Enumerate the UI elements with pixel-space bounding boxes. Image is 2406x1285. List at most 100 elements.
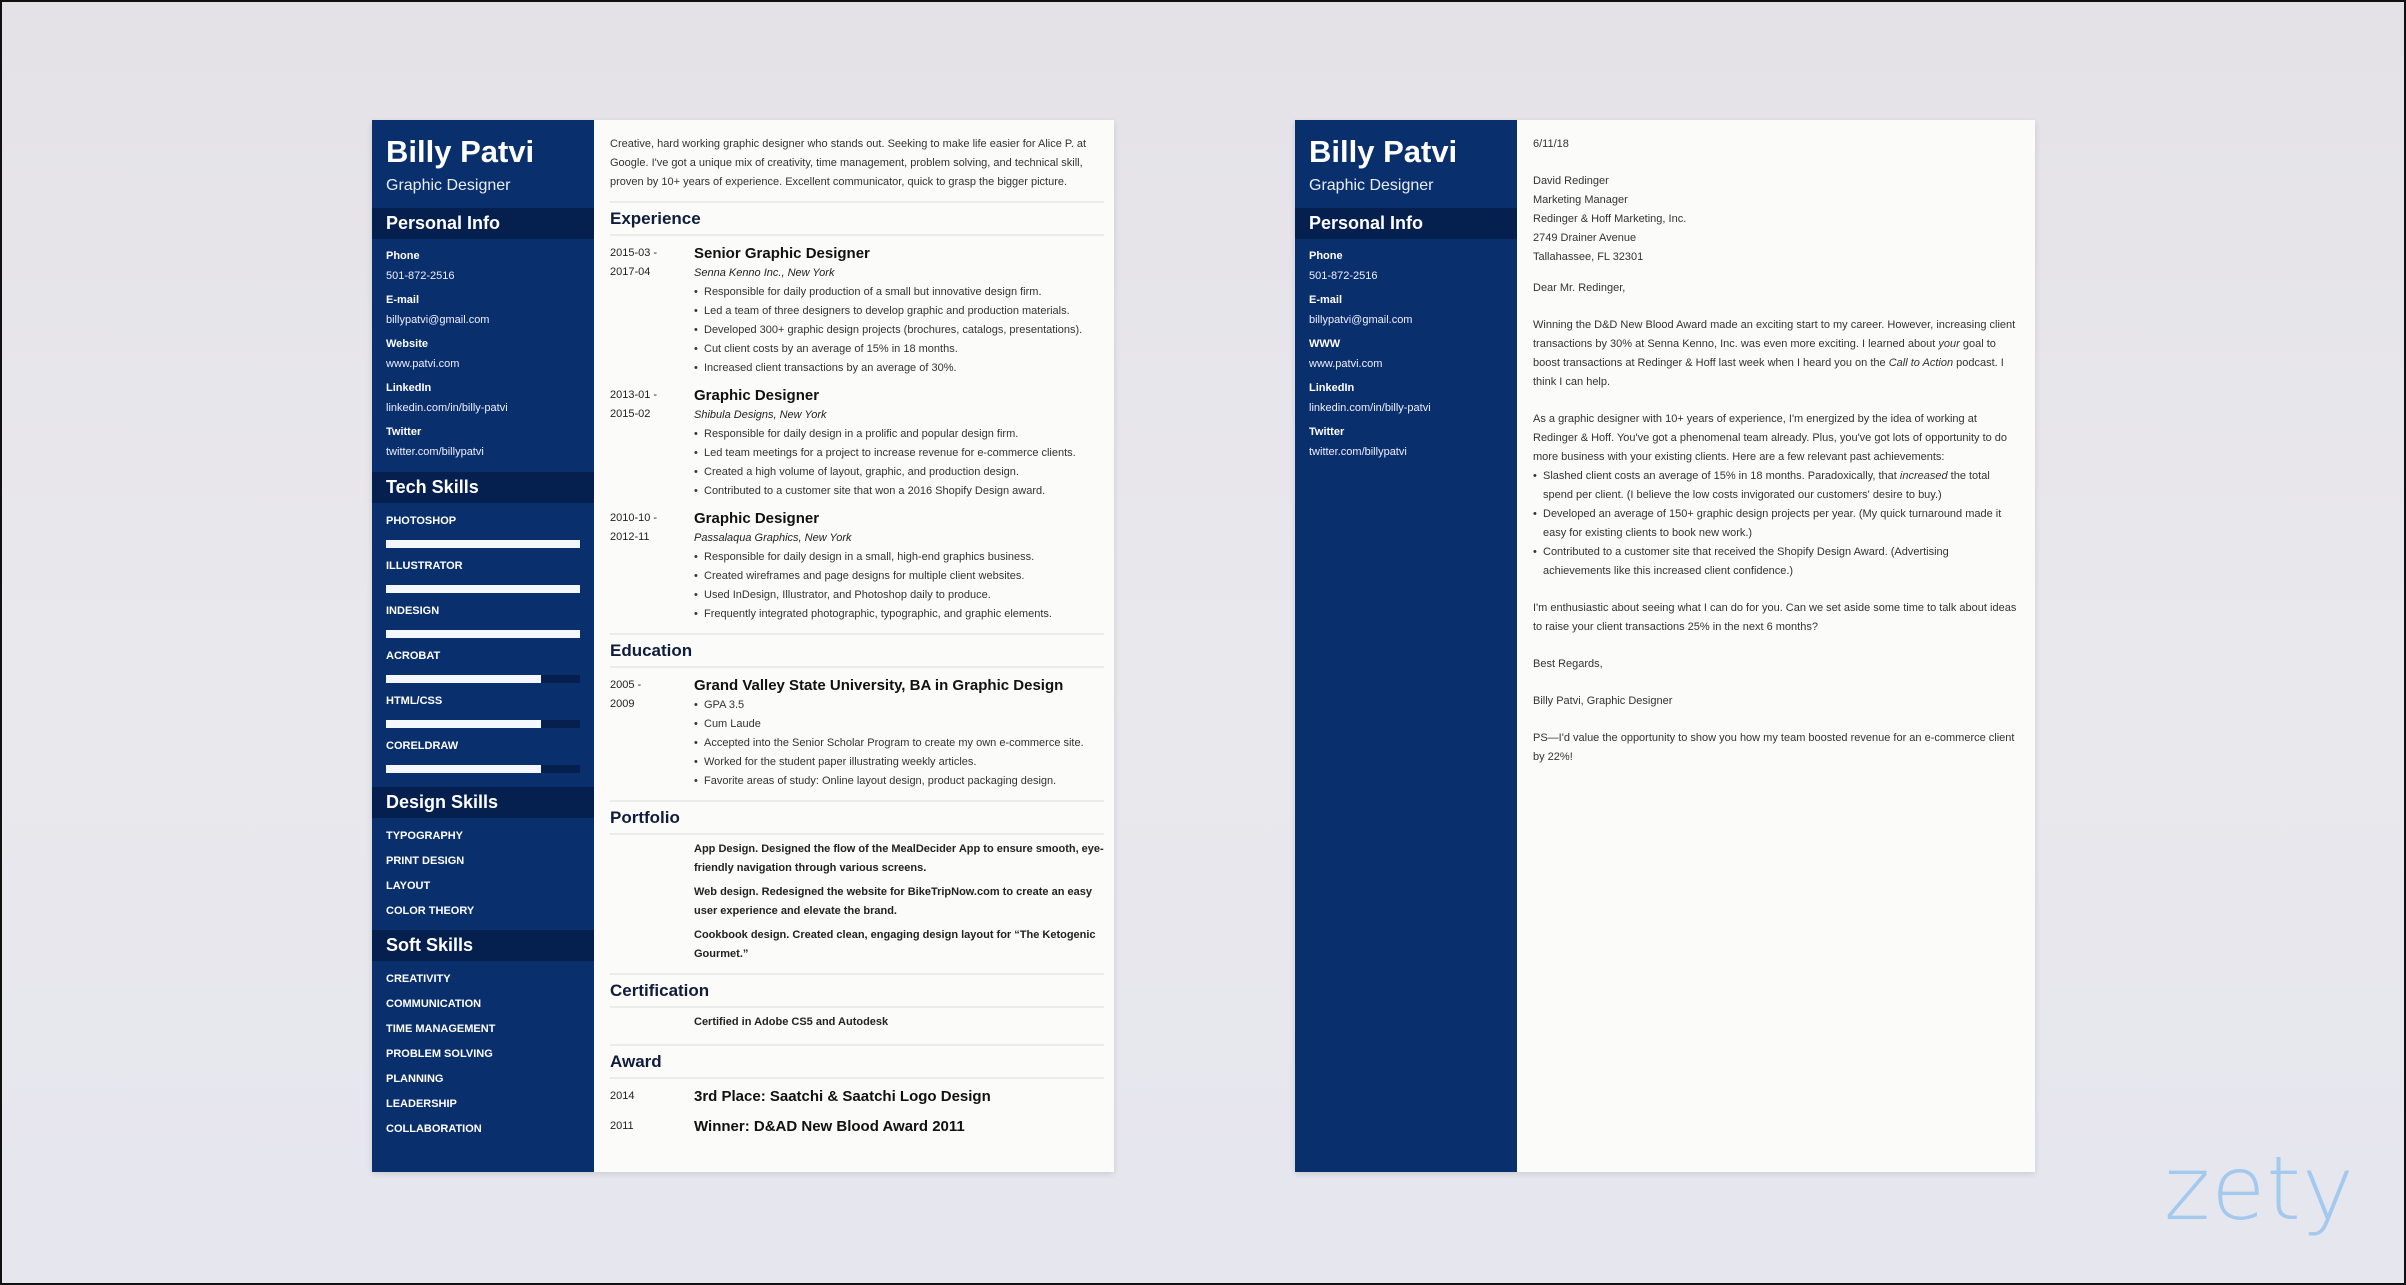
certification-list: Certified in Adobe CS5 and Autodesk	[610, 1013, 1104, 1032]
design-skills-list: TYPOGRAPHY PRINT DESIGN LAYOUT COLOR THE…	[372, 829, 594, 918]
twitter-label: Twitter	[1309, 426, 1345, 438]
bullet: Increased client transactions by an aver…	[694, 359, 1104, 378]
cover-letter-page: Billy Patvi Graphic Designer Personal In…	[1295, 120, 2035, 1172]
cover-letter-sidebar: Billy Patvi Graphic Designer Personal In…	[1295, 120, 1517, 1172]
bullet: Responsible for daily design in a prolif…	[694, 425, 1104, 444]
education-heading: Education	[610, 633, 1104, 668]
achievements-block: As a graphic designer with 10+ years of …	[1533, 410, 2019, 581]
achievement: Slashed client costs an average of 15% i…	[1533, 467, 2019, 505]
bullet: Created a high volume of layout, graphic…	[694, 463, 1104, 482]
email-value[interactable]: billypatvi@gmail.com	[1295, 313, 1517, 327]
email-label: E-mail	[1309, 294, 1343, 306]
skill-bar	[386, 720, 580, 728]
resume-page: Billy Patvi Graphic Designer Personal In…	[372, 120, 1114, 1172]
linkedin-value[interactable]: linkedin.com/in/billy-patvi	[372, 401, 594, 415]
twitter-value[interactable]: twitter.com/billypatvi	[372, 445, 594, 459]
personal-info-list: Phone 501-872-2516 E-mail billypatvi@gma…	[1295, 249, 1517, 459]
soft-skill: PLANNING	[386, 1073, 444, 1085]
soft-skill: PROBLEM SOLVING	[386, 1048, 493, 1060]
date-start: 2015-03 -	[610, 247, 658, 259]
portfolio-item: Web design. Redesigned the website for B…	[694, 886, 1092, 917]
email-value[interactable]: billypatvi@gmail.com	[372, 313, 594, 327]
bullet: Led a team of three designers to develop…	[694, 302, 1104, 321]
skill-bar	[386, 765, 580, 773]
achievement: Developed an average of 150+ graphic des…	[1533, 505, 2019, 543]
entry-body: Senior Graphic Designer Senna Kenno Inc.…	[694, 244, 1104, 378]
entry-body: Grand Valley State University, BA in Gra…	[694, 676, 1104, 791]
website-label: WWW	[1309, 338, 1341, 350]
entry-date: 2013-01 - 2015-02	[610, 386, 694, 501]
education-entry: 2005 - 2009 Grand Valley State University…	[610, 676, 1104, 791]
text-run: Slashed client costs an average of 15% i…	[1543, 470, 1900, 482]
twitter-value[interactable]: twitter.com/billypatvi	[1295, 445, 1517, 459]
award-list: 2014 3rd Place: Saatchi & Saatchi Logo D…	[610, 1087, 1104, 1137]
zety-logo: zety	[2164, 1137, 2355, 1240]
job-title: Senior Graphic Designer	[694, 245, 870, 262]
award-entry: 2014 3rd Place: Saatchi & Saatchi Logo D…	[610, 1087, 1104, 1107]
personal-info-list: Phone 501-872-2516 E-mail billypatvi@gma…	[372, 249, 594, 459]
skill-name: CORELDRAW	[386, 740, 459, 752]
skill-item: INDESIGN	[372, 604, 594, 638]
company: Senna Kenno Inc., New York	[694, 267, 835, 279]
skill-item: ACROBAT	[372, 649, 594, 683]
date-end: 2009	[610, 698, 635, 710]
date-end: 2012-11	[610, 531, 650, 543]
recipient-line: 2749 Drainer Avenue	[1533, 232, 1637, 244]
design-skills-heading: Design Skills	[372, 787, 594, 818]
soft-skills-list: CREATIVITY COMMUNICATION TIME MANAGEMENT…	[372, 972, 594, 1136]
skill-fill	[386, 585, 580, 593]
postscript: PS—I'd value the opportunity to show you…	[1533, 732, 2015, 763]
date-start: 2005 -	[610, 679, 642, 691]
resume-name: Billy Patvi	[386, 134, 535, 169]
experience-entry: 2015-03 - 2017-04 Senior Graphic Designer…	[610, 244, 1104, 378]
website-label: Website	[386, 338, 428, 350]
bullet: Frequently integrated photographic, typo…	[694, 605, 1104, 624]
closing: Best Regards,	[1533, 658, 1603, 670]
date-start: 2013-01 -	[610, 389, 658, 401]
twitter-label: Twitter	[386, 426, 422, 438]
recipient-line: Marketing Manager	[1533, 194, 1628, 206]
bullet: Led team meetings for a project to incre…	[694, 444, 1104, 463]
tech-skills-heading: Tech Skills	[372, 472, 594, 503]
experience-heading: Experience	[610, 201, 1104, 236]
linkedin-label: LinkedIn	[386, 382, 432, 394]
signature: Billy Patvi, Graphic Designer	[1533, 695, 1673, 707]
letter-paragraph: I'm enthusiastic about seeing what I can…	[1533, 602, 2017, 633]
salutation: Dear Mr. Redinger,	[1533, 282, 1626, 294]
tech-skills-list: PHOTOSHOP ILLUSTRATOR INDESIGN ACROBAT H…	[372, 514, 594, 773]
portfolio-list: App Design. Designed the flow of the Mea…	[610, 840, 1104, 964]
recipient-line: Tallahassee, FL 32301	[1533, 251, 1644, 263]
achievement: Contributed to a customer site that rece…	[1533, 543, 2019, 581]
award-year: 2011	[610, 1120, 634, 1132]
skill-item: ILLUSTRATOR	[372, 559, 594, 593]
bullet: Created wireframes and page designs for …	[694, 567, 1104, 586]
portfolio-item: Cookbook design. Created clean, engaging…	[694, 929, 1096, 960]
design-skill: COLOR THEORY	[386, 905, 475, 917]
bullet-list: GPA 3.5 Cum Laude Accepted into the Seni…	[694, 696, 1104, 791]
award-heading: Award	[610, 1044, 1104, 1079]
website-value[interactable]: www.patvi.com	[1295, 357, 1517, 371]
soft-skill: COMMUNICATION	[386, 998, 482, 1010]
skill-bar	[386, 675, 580, 683]
resume-sidebar: Billy Patvi Graphic Designer Personal In…	[372, 120, 594, 1172]
certification-item: Certified in Adobe CS5 and Autodesk	[694, 1016, 889, 1028]
personal-info-heading: Personal Info	[1295, 208, 1517, 239]
entry-body: Graphic Designer Passalaqua Graphics, Ne…	[694, 509, 1104, 624]
skill-item: PHOTOSHOP	[372, 514, 594, 548]
achievement-list: Slashed client costs an average of 15% i…	[1533, 467, 2019, 581]
letter-body: 6/11/18 David Redinger Marketing Manager…	[1533, 135, 2019, 785]
skill-item: HTML/CSS	[372, 694, 594, 728]
date-end: 2017-04	[610, 266, 651, 278]
bullet: Used InDesign, Illustrator, and Photosho…	[694, 586, 1104, 605]
bullet: Contributed to a customer site that won …	[694, 482, 1104, 501]
certification-heading: Certification	[610, 973, 1104, 1008]
linkedin-value[interactable]: linkedin.com/in/billy-patvi	[1295, 401, 1517, 415]
skill-name: HTML/CSS	[386, 695, 443, 707]
website-value[interactable]: www.patvi.com	[372, 357, 594, 371]
emphasis: your	[1938, 338, 1960, 350]
bullet: Accepted into the Senior Scholar Program…	[694, 734, 1104, 753]
experience-entry: 2013-01 - 2015-02 Graphic Designer Shibul…	[610, 386, 1104, 501]
bullet: Developed 300+ graphic design projects (…	[694, 321, 1104, 340]
design-skill: LAYOUT	[386, 880, 431, 892]
award-title: 3rd Place: Saatchi & Saatchi Logo Design	[694, 1088, 991, 1105]
